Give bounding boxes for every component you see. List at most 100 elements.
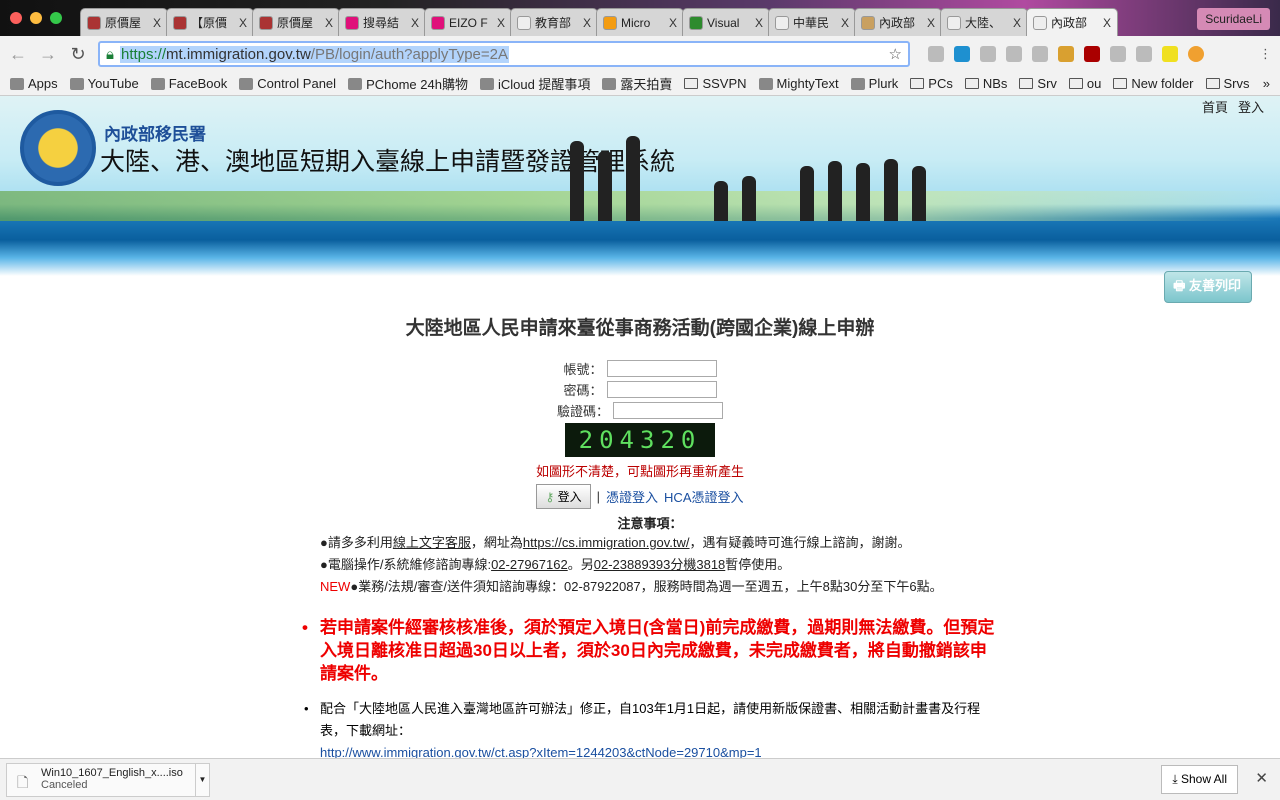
close-tab-icon[interactable]: X	[927, 16, 935, 30]
bookmark-item[interactable]: FaceBook	[150, 76, 227, 91]
bitcoin-extension-icon[interactable]	[1188, 46, 1204, 62]
login-form: 帳號： 密碼： 驗證碼： 204320 如圖形不清楚，可點圖形再重新產生 ⚷ 登…	[0, 358, 1280, 509]
bookmark-label: Srvs	[1223, 76, 1250, 91]
phone-link[interactable]: 02-27967162	[491, 557, 568, 572]
top-nav: 首頁 登入	[1202, 97, 1264, 116]
cs-url-link[interactable]: https://cs.immigration.gov.tw/	[523, 535, 690, 550]
account-input[interactable]	[606, 360, 717, 377]
note-text: ●請多多利用	[320, 535, 393, 550]
bookmark-item[interactable]: 露天拍賣	[602, 74, 672, 93]
close-tab-icon[interactable]: X	[1103, 16, 1111, 30]
show-all-button[interactable]: ⤓ Show All	[1161, 765, 1238, 794]
extension-icon[interactable]	[1032, 46, 1048, 62]
bookmark-label: NBs	[982, 76, 1008, 91]
address-bar[interactable]: 🔒︎ https://mt.immigration.gov.tw/PB/logi…	[98, 41, 910, 67]
maximize-window-button[interactable]	[50, 12, 62, 24]
back-button[interactable]: ←	[8, 44, 28, 65]
browser-tab[interactable]: 原價屋 X	[80, 8, 168, 36]
bookmark-item[interactable]: NBs	[964, 76, 1008, 91]
browser-tab[interactable]: 教育部 X	[510, 8, 598, 36]
browser-tab[interactable]: EIZO F X	[424, 8, 512, 36]
folder-icon	[964, 78, 979, 89]
skype-extension-icon[interactable]	[954, 46, 970, 62]
bookmark-item[interactable]: YouTube	[69, 76, 139, 91]
close-download-bar-icon[interactable]: ✕	[1255, 769, 1268, 787]
browser-tab[interactable]: 搜尋結 X	[338, 8, 426, 36]
bookmark-item[interactable]: Apps	[10, 76, 58, 91]
bookmark-item[interactable]: Srvs	[1205, 76, 1250, 91]
minimize-window-button[interactable]	[30, 12, 42, 24]
camera-extension-icon[interactable]	[980, 46, 996, 62]
home-link[interactable]: 首頁	[1202, 97, 1228, 116]
captcha-input[interactable]	[613, 402, 723, 419]
browser-tab[interactable]: 【原價 X	[166, 8, 254, 36]
hca-login-link[interactable]: HCA憑證登入	[664, 487, 743, 506]
extension-icon[interactable]	[928, 46, 944, 62]
extension-icon[interactable]	[1162, 46, 1178, 62]
bookmark-item[interactable]: ou	[1068, 76, 1101, 91]
extension-icon[interactable]	[1136, 46, 1152, 62]
login-link[interactable]: 登入	[1238, 97, 1264, 116]
notes-heading: 注意事項：	[617, 516, 683, 531]
bookmark-item[interactable]: MightyText	[758, 76, 839, 91]
phone-link-2[interactable]: 02-23889393分機3818	[594, 557, 726, 572]
close-tab-icon[interactable]: X	[153, 16, 161, 30]
bookmark-label: YouTube	[87, 76, 139, 91]
favicon-icon	[173, 15, 187, 30]
close-tab-icon[interactable]: X	[1013, 16, 1021, 30]
bookmark-item[interactable]: Srv	[1019, 76, 1057, 91]
bookmark-item[interactable]: iCloud 提醒事項	[479, 74, 590, 93]
browser-tab[interactable]: 內政部 X	[1026, 8, 1118, 36]
note-text: ●業務/法規/審查/送件須知諮詢專線：02-87922087，服務時間為週一至週…	[350, 579, 943, 594]
bookmark-item[interactable]: PCs	[910, 76, 953, 91]
download-filename: Win10_1607_English_x....iso	[41, 767, 183, 779]
close-tab-icon[interactable]: X	[841, 16, 849, 30]
site-banner: 內政部移民署 大陸、港、澳地區短期入臺線上申請暨發證管理系統	[0, 96, 1280, 276]
extension-icon[interactable]	[1058, 46, 1074, 62]
extension-icon[interactable]	[1110, 46, 1126, 62]
cert-login-link[interactable]: 憑證登入	[606, 487, 658, 506]
bookmark-item[interactable]: Control Panel	[239, 76, 336, 91]
close-tab-icon[interactable]: X	[583, 16, 591, 30]
menu-icon[interactable]: ⋮	[1259, 46, 1272, 62]
close-window-button[interactable]	[10, 12, 22, 24]
bookmark-item[interactable]: Plurk	[850, 76, 898, 91]
close-tab-icon[interactable]: X	[325, 16, 333, 30]
bookmark-label: SSVPN	[702, 76, 747, 91]
bookmark-item[interactable]: New folder	[1113, 76, 1194, 91]
more-bookmarks-button[interactable]: »	[1263, 76, 1270, 91]
reload-button[interactable]: ↻	[68, 44, 88, 65]
browser-tab[interactable]: 內政部 X	[854, 8, 942, 36]
bookmark-label: PCs	[928, 76, 953, 91]
browser-tab[interactable]: 大陸、 X	[940, 8, 1028, 36]
browser-tab[interactable]: 中華民 X	[768, 8, 856, 36]
close-tab-icon[interactable]: X	[755, 16, 763, 30]
lock-icon: 🔒︎	[106, 45, 114, 63]
favicon-icon	[87, 15, 101, 30]
browser-tab[interactable]: Visual X	[682, 8, 770, 36]
profile-button[interactable]: ScuridaeLi	[1197, 8, 1270, 30]
download-menu-chevron-icon[interactable]: ▼	[195, 764, 209, 796]
forward-button[interactable]: →	[38, 44, 58, 65]
captcha-image[interactable]: 204320	[565, 423, 715, 457]
download-item[interactable]: 🗋 Win10_1607_English_x....iso Canceled ▼	[6, 763, 210, 797]
folder-icon	[1113, 78, 1128, 89]
tab-label: Micro	[621, 15, 651, 30]
bookmark-item[interactable]: PChome 24h購物	[348, 74, 468, 93]
online-chat-link[interactable]: 線上文字客服	[393, 535, 471, 550]
favicon-icon	[775, 15, 789, 30]
tab-label: Visual	[707, 15, 740, 30]
print-friendly-button[interactable]: 🖶 友善列印	[1164, 271, 1252, 303]
browser-tab[interactable]: 原價屋 X	[252, 8, 340, 36]
browser-tab[interactable]: Micro X	[596, 8, 684, 36]
extension-icon[interactable]	[1006, 46, 1022, 62]
login-button[interactable]: ⚷ 登入	[536, 484, 591, 509]
close-tab-icon[interactable]: X	[669, 16, 677, 30]
bookmark-star-icon[interactable]: ☆	[889, 45, 902, 63]
close-tab-icon[interactable]: X	[411, 16, 419, 30]
extension-icon[interactable]	[1084, 46, 1100, 62]
bookmark-item[interactable]: SSVPN	[684, 76, 747, 91]
close-tab-icon[interactable]: X	[239, 16, 247, 30]
password-input[interactable]	[606, 381, 717, 398]
close-tab-icon[interactable]: X	[497, 16, 505, 30]
